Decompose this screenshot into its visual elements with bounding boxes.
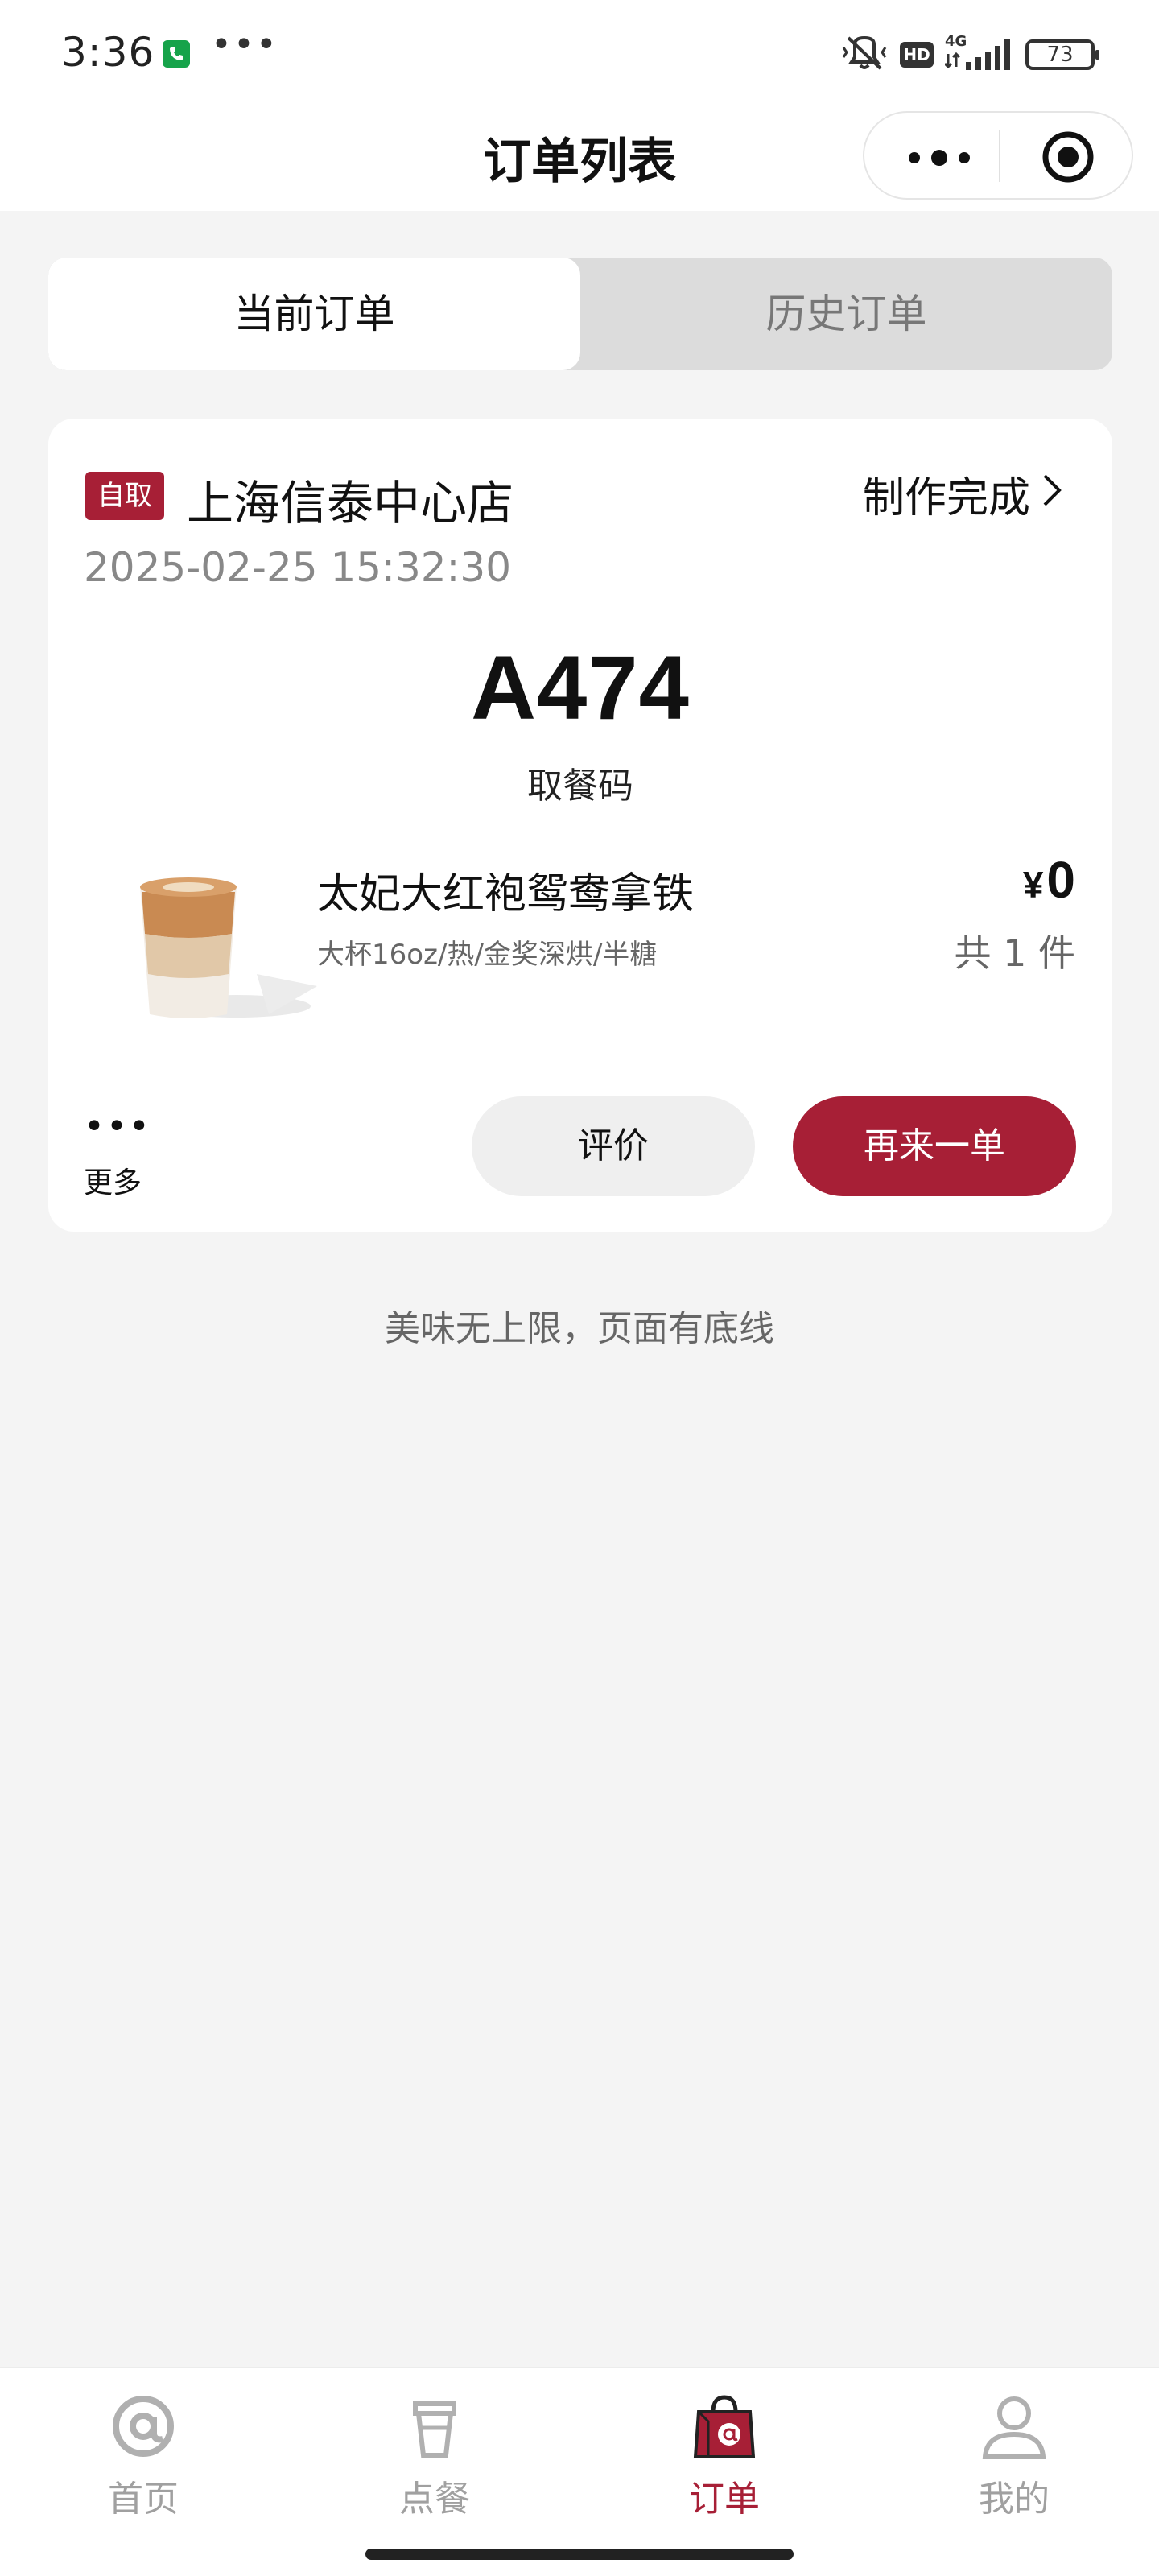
review-button[interactable]: 评价 — [472, 1096, 755, 1196]
bottom-nav: 首页 点餐 订单 我的 — [0, 2367, 1159, 2576]
more-button[interactable]: ••• 更多 — [84, 1106, 156, 1200]
tab-history-orders[interactable]: 历史订单 — [580, 258, 1112, 370]
capsule-divider — [999, 130, 1000, 182]
svg-text:4G: 4G — [945, 33, 967, 50]
order-time: 2025-02-25 15:32:30 — [84, 544, 512, 591]
call-icon — [163, 40, 190, 68]
nav-label-orders: 订单 — [689, 2479, 760, 2520]
nav-label-home: 首页 — [108, 2479, 179, 2520]
pickup-code: A474 — [471, 638, 690, 738]
mini-program-capsule — [863, 111, 1133, 200]
status-icons: HD 4G 73 — [840, 32, 1099, 77]
price-value: 0 — [1046, 851, 1075, 909]
more-icon[interactable] — [903, 142, 975, 174]
order-status-link[interactable]: 制作完成 — [863, 464, 1062, 524]
nav-label-mine: 我的 — [979, 2479, 1050, 2520]
nav-item-mine[interactable]: 我的 — [934, 2392, 1095, 2521]
pickup-code-label: 取餐码 — [527, 766, 633, 807]
status-bar: 3:36 ••• HD 4G 73 — [0, 0, 1159, 105]
order-status: 制作完成 — [862, 474, 1030, 522]
product-image — [124, 853, 333, 1030]
status-time: 3:36 — [61, 29, 155, 76]
product-quantity: 共 1 件 — [954, 931, 1075, 975]
product-price: ¥0 — [1023, 850, 1075, 910]
status-more-dots: ••• — [211, 24, 278, 65]
nav-label-order: 点餐 — [399, 2479, 470, 2520]
order-tabs: 当前订单 历史订单 — [48, 258, 1112, 370]
shopping-bag-icon — [691, 2392, 758, 2460]
footer-note: 美味无上限，页面有底线 — [385, 1308, 774, 1349]
order-card[interactable]: 自取 上海信泰中心店 制作完成 2025-02-25 15:32:30 A474… — [48, 419, 1112, 1232]
home-at-icon — [109, 2392, 177, 2460]
product-name: 太妃大红袍鸳鸯拿铁 — [317, 870, 695, 919]
pickup-badge: 自取 — [85, 472, 164, 520]
currency-symbol: ¥ — [1022, 864, 1044, 906]
chevron-right-icon — [1041, 470, 1062, 518]
tab-current-orders[interactable]: 当前订单 — [48, 258, 580, 370]
hd-icon: HD — [900, 42, 934, 68]
nav-item-orders[interactable]: 订单 — [644, 2392, 805, 2521]
4g-signal-icon: 4G — [943, 33, 1014, 76]
home-indicator — [365, 2549, 794, 2560]
nav-item-home[interactable]: 首页 — [63, 2392, 224, 2521]
more-label: 更多 — [84, 1166, 142, 1199]
more-dots-icon: ••• — [84, 1106, 151, 1147]
product-spec: 大杯16oz/热/金奖深烘/半糖 — [317, 939, 658, 971]
battery-icon: 73 — [1025, 39, 1099, 70]
cup-icon — [401, 2392, 468, 2460]
reorder-button[interactable]: 再来一单 — [793, 1096, 1076, 1196]
vibrate-off-icon — [840, 33, 889, 76]
nav-item-order[interactable]: 点餐 — [354, 2392, 515, 2521]
user-icon — [980, 2392, 1048, 2460]
title-bar: 订单列表 — [0, 105, 1159, 211]
close-target-icon[interactable] — [1041, 130, 1095, 184]
store-name: 上海信泰中心店 — [187, 476, 514, 530]
